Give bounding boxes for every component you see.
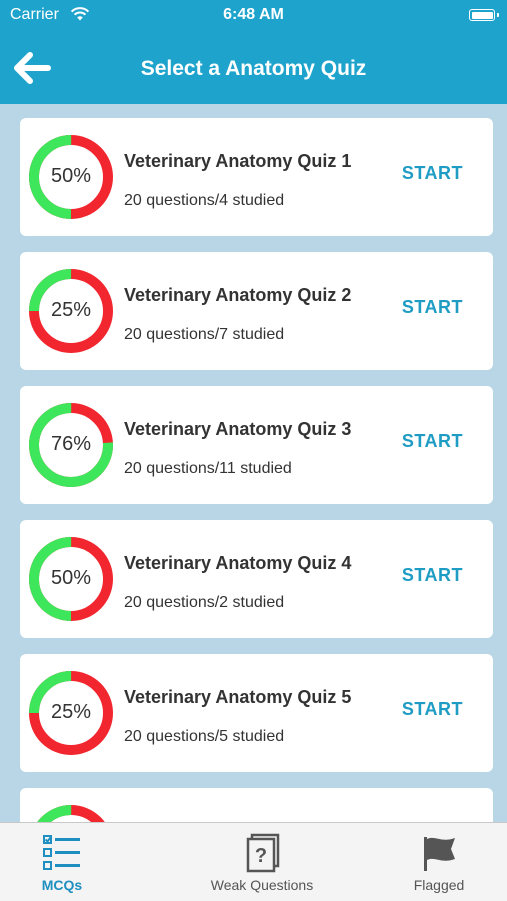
tab-label: Weak Questions	[210, 877, 314, 893]
quiz-card[interactable]: 50% Veterinary Anatomy Quiz 1 20 questio…	[20, 118, 493, 236]
progress-ring: 25%	[28, 268, 114, 354]
status-bar: Carrier 6:48 AM	[0, 0, 507, 32]
tab-label: Flagged	[413, 877, 465, 893]
tab-mcqs[interactable]: MCQs	[0, 823, 124, 901]
tab-bar: MCQs ? Weak Questions Flagged	[0, 822, 507, 901]
tab-weak-questions[interactable]: ? Weak Questions	[192, 823, 332, 901]
quiz-title: Veterinary Anatomy Quiz 1	[124, 151, 352, 171]
quiz-subtitle: 20 questions/7 studied	[124, 326, 285, 343]
progress-ring: 25%	[28, 670, 114, 756]
progress-ring-graphic	[29, 805, 113, 822]
quiz-title: Veterinary Anatomy Quiz 2	[124, 285, 352, 305]
battery-icon	[469, 9, 499, 21]
clock: 6:48 AM	[223, 6, 284, 23]
quiz-card[interactable]	[20, 788, 493, 822]
flag-icon	[424, 837, 455, 871]
progress-percent: 25%	[50, 299, 92, 321]
quiz-title: Veterinary Anatomy Quiz 5	[124, 687, 352, 707]
quiz-subtitle: 20 questions/11 studied	[124, 460, 292, 477]
tab-flagged[interactable]: Flagged	[386, 823, 492, 901]
question-doc-icon: ?	[246, 833, 280, 873]
quiz-title: Veterinary Anatomy Quiz 4	[124, 553, 352, 573]
quiz-subtitle: 20 questions/5 studied	[124, 728, 285, 745]
quiz-card[interactable]: 76% Veterinary Anatomy Quiz 3 20 questio…	[20, 386, 493, 504]
nav-bar: Select a Anatomy Quiz	[0, 32, 507, 104]
quiz-card[interactable]: 25% Veterinary Anatomy Quiz 2 20 questio…	[20, 252, 493, 370]
quiz-card[interactable]: 50% Veterinary Anatomy Quiz 4 20 questio…	[20, 520, 493, 638]
quiz-subtitle: 20 questions/4 studied	[124, 192, 285, 209]
quiz-list[interactable]: 50% Veterinary Anatomy Quiz 1 20 questio…	[0, 104, 507, 822]
start-button[interactable]: START	[402, 699, 463, 720]
start-button[interactable]: START	[402, 163, 463, 184]
quiz-title: Veterinary Anatomy Quiz 3	[124, 419, 352, 439]
svg-text:?: ?	[255, 845, 267, 867]
progress-percent: 50%	[50, 567, 92, 589]
list-check-icon	[43, 835, 80, 870]
progress-ring	[28, 804, 114, 822]
progress-percent: 25%	[50, 701, 92, 723]
start-button[interactable]: START	[402, 297, 463, 318]
start-button[interactable]: START	[402, 431, 463, 452]
tab-label: MCQs	[41, 877, 83, 893]
progress-percent: 76%	[50, 433, 92, 455]
progress-percent: 50%	[50, 165, 92, 187]
progress-ring: 76%	[28, 402, 114, 488]
quiz-card[interactable]: 25% Veterinary Anatomy Quiz 5 20 questio…	[20, 654, 493, 772]
progress-ring: 50%	[28, 134, 114, 220]
quiz-subtitle: 20 questions/2 studied	[124, 594, 285, 611]
progress-ring: 50%	[28, 536, 114, 622]
page-title: Select a Anatomy Quiz	[140, 57, 367, 80]
start-button[interactable]: START	[402, 565, 463, 586]
